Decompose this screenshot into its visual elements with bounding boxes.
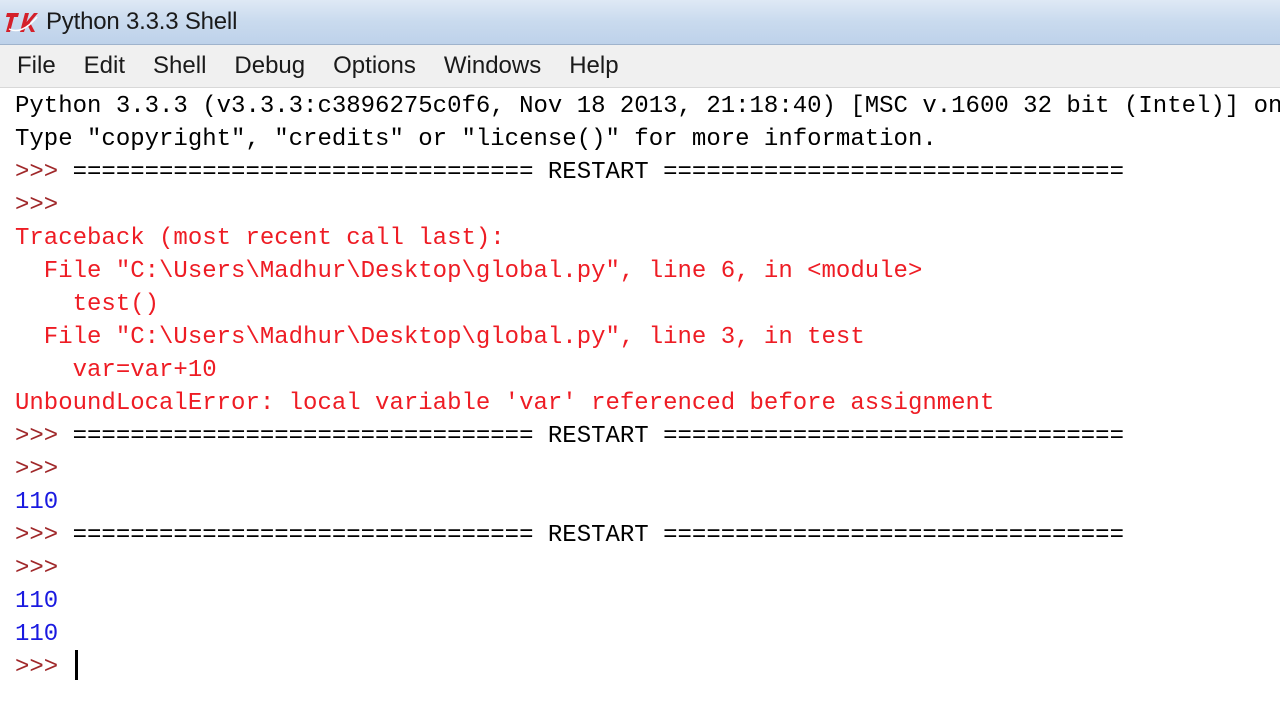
console-line: 110	[15, 486, 58, 519]
console-text: File "C:\Users\Madhur\Desktop\global.py"…	[15, 324, 865, 351]
console-text: ================================ RESTART…	[72, 159, 1124, 186]
console-line: >>>	[15, 453, 73, 486]
prompt-marker: >>>	[15, 423, 73, 450]
menu-bar: File Edit Shell Debug Options Windows He…	[0, 45, 1280, 88]
console-text: test()	[15, 291, 160, 318]
menu-shell[interactable]: Shell	[139, 45, 220, 87]
console-line: Traceback (most recent call last):	[15, 222, 505, 255]
menu-edit[interactable]: Edit	[70, 45, 139, 87]
window-title: Python 3.3.3 Shell	[46, 8, 238, 35]
title-bar[interactable]: Python 3.3.3 Shell	[0, 0, 1280, 45]
console-text: Python 3.3.3 (v3.3.3:c3896275c0f6, Nov 1…	[15, 93, 1280, 120]
console-line: UnboundLocalError: local variable 'var' …	[15, 387, 994, 420]
input-line[interactable]: >>>	[15, 649, 78, 684]
console-line: >>> ================================ RES…	[15, 156, 1124, 189]
menu-help[interactable]: Help	[555, 45, 632, 87]
console-line: File "C:\Users\Madhur\Desktop\global.py"…	[15, 255, 923, 288]
console-line: >>> ================================ RES…	[15, 519, 1124, 552]
console-line: Python 3.3.3 (v3.3.3:c3896275c0f6, Nov 1…	[15, 90, 1280, 123]
console-line: var=var+10	[15, 354, 217, 387]
console-line: 110	[15, 618, 58, 651]
console-line: >>>	[15, 552, 73, 585]
console-text: Traceback (most recent call last):	[15, 225, 505, 252]
shell-console[interactable]: Python 3.3.3 (v3.3.3:c3896275c0f6, Nov 1…	[0, 88, 1280, 720]
console-text: 110	[15, 621, 59, 648]
menu-file[interactable]: File	[0, 45, 70, 87]
idle-tk-icon	[4, 7, 40, 37]
text-cursor	[74, 649, 78, 680]
menu-windows[interactable]: Windows	[430, 45, 555, 87]
console-text: File "C:\Users\Madhur\Desktop\global.py"…	[15, 258, 923, 285]
console-text: Type "copyright", "credits" or "license(…	[15, 126, 937, 153]
console-line: File "C:\Users\Madhur\Desktop\global.py"…	[15, 321, 865, 354]
console-text: ================================ RESTART…	[72, 423, 1124, 450]
prompt-marker: >>>	[15, 654, 73, 681]
console-line: Type "copyright", "credits" or "license(…	[15, 123, 937, 156]
menu-options[interactable]: Options	[319, 45, 430, 87]
console-line: test()	[15, 288, 159, 321]
prompt-marker: >>>	[15, 159, 73, 186]
idle-shell-window: Python 3.3.3 Shell File Edit Shell Debug…	[0, 0, 1280, 720]
prompt-marker: >>>	[15, 192, 73, 219]
console-text: 110	[15, 588, 59, 615]
console-line: >>> ================================ RES…	[15, 420, 1124, 453]
prompt-marker: >>>	[15, 456, 73, 483]
console-line: 110	[15, 585, 58, 618]
console-line: >>>	[15, 189, 73, 222]
prompt-marker: >>>	[15, 522, 73, 549]
console-text: UnboundLocalError: local variable 'var' …	[15, 390, 995, 417]
console-text: 110	[15, 489, 59, 516]
console-text: ================================ RESTART…	[72, 522, 1124, 549]
prompt-marker: >>>	[15, 555, 73, 582]
menu-debug[interactable]: Debug	[220, 45, 319, 87]
console-text: var=var+10	[15, 357, 217, 384]
